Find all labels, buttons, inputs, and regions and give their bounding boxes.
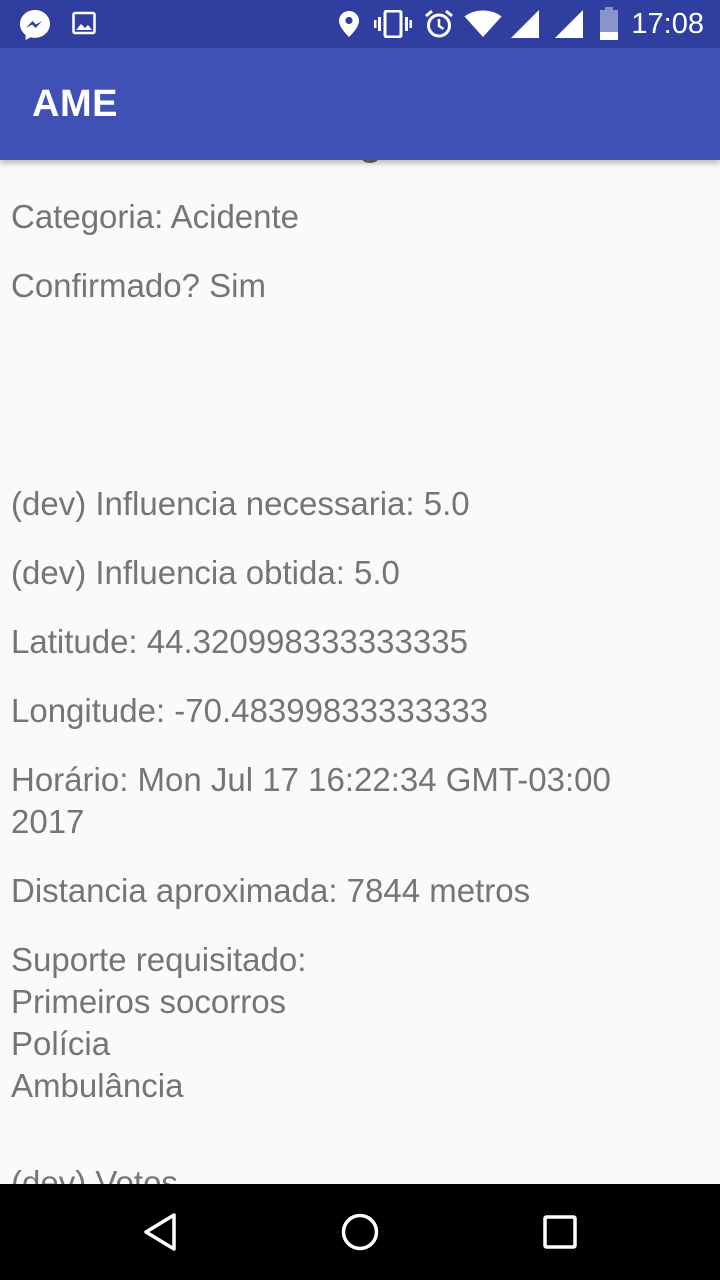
back-button[interactable] (136, 1208, 184, 1256)
support-text: Suporte requisitado: Primeiros socorros … (11, 941, 307, 1104)
category-text: Categoria: Acidente (11, 198, 300, 235)
section-title: Detalhes da emergencia (11, 160, 488, 168)
screen: 17:08 AME Detalhes da emergencia Categor… (0, 0, 720, 1280)
influence-needed-text: (dev) Influencia necessaria: 5.0 (11, 485, 470, 522)
status-bar: 17:08 (0, 0, 720, 48)
image-icon (72, 11, 96, 40)
vibrate-icon (374, 9, 412, 43)
battery-icon (598, 7, 620, 46)
distance-text: Distancia aproximada: 7844 metros (11, 872, 531, 909)
longitude-text: Longitude: -70.48399833333333 (11, 692, 489, 729)
app-title: AME (32, 83, 118, 125)
emergency-details-scroll[interactable]: Detalhes da emergencia Categoria: Aciden… (0, 160, 720, 1184)
influence-obtained-text: (dev) Influencia obtida: 5.0 (11, 554, 400, 591)
location-icon (338, 10, 360, 43)
recents-button[interactable] (536, 1208, 584, 1256)
messenger-icon (18, 8, 52, 47)
home-button[interactable] (336, 1208, 384, 1256)
votes-text: (dev) Votos (11, 1164, 178, 1184)
wifi-icon (464, 10, 502, 43)
recents-icon (543, 1215, 577, 1249)
latitude-text: Latitude: 44.320998333333335 (11, 623, 468, 660)
confirmed-text: Confirmado? Sim (11, 267, 266, 304)
app-bar: AME (0, 48, 720, 160)
signal-icon (554, 9, 584, 44)
time-text: Horário: Mon Jul 17 16:22:34 GMT-03:00 2… (11, 761, 611, 840)
navigation-bar (0, 1184, 720, 1280)
back-icon (144, 1213, 176, 1251)
status-time: 17:08 (631, 8, 704, 40)
alarm-icon (424, 9, 454, 44)
signal-icon (510, 9, 540, 44)
home-icon (341, 1213, 379, 1251)
